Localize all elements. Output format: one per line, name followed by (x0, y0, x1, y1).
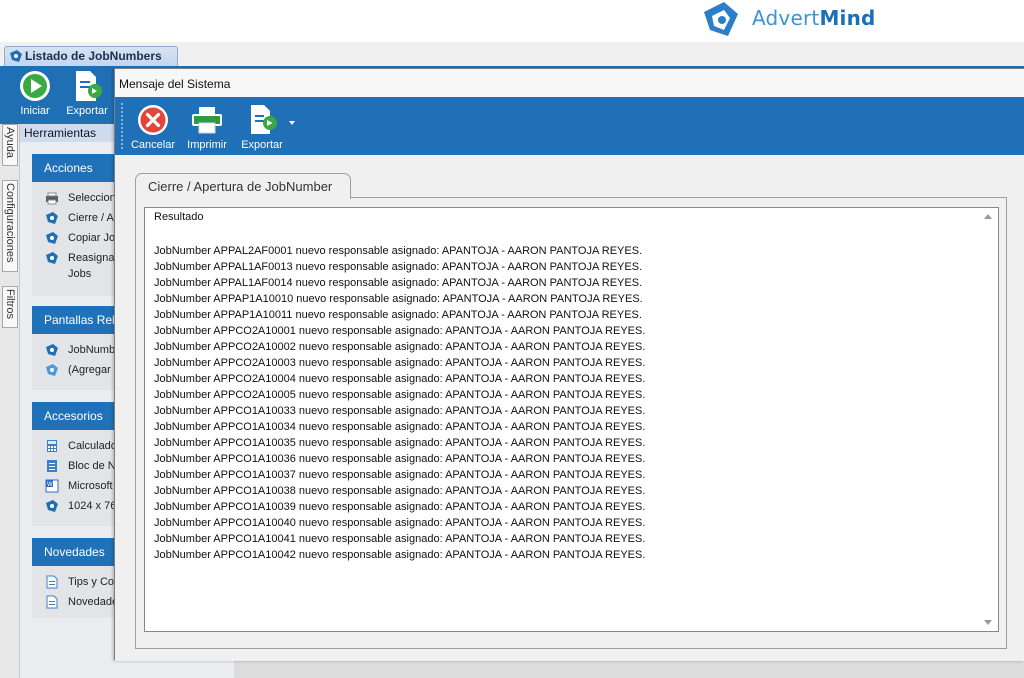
print-icon (192, 107, 222, 134)
calculator-icon (47, 440, 57, 452)
news-tips[interactable]: Tips y Co (32, 572, 122, 592)
result-label: Resultado (154, 211, 204, 223)
side-tabs: Ayuda Configuraciones Filtros (0, 124, 20, 678)
panel-title: Accesorios (32, 402, 122, 430)
result-line: JobNumber APPCO1A10034 nuevo responsable… (154, 421, 646, 433)
action-cierre[interactable]: Cierre / A (32, 208, 122, 228)
play-icon (20, 71, 50, 101)
dialog-title: Mensaje del Sistema (115, 69, 1024, 97)
status-strip (234, 660, 1024, 678)
scroll-up-arrow[interactable] (984, 214, 992, 219)
panel-acciones: Acciones Seleccion Cierre / A Copiar Jo … (32, 154, 122, 296)
export-icon (251, 105, 277, 134)
screen-jobnumber[interactable]: JobNumbe (32, 340, 122, 360)
accessory-resolucion[interactable]: 1024 x 76 (32, 496, 122, 516)
cancel-icon (138, 105, 168, 135)
action-copiar[interactable]: Copiar Jo (32, 228, 122, 248)
export-icon (76, 71, 102, 101)
result-line: JobNumber APPCO1A10041 nuevo responsable… (154, 533, 646, 545)
logo-icon (46, 364, 58, 376)
svg-text:W: W (47, 482, 53, 488)
accessory-bloc[interactable]: Bloc de N (32, 456, 122, 476)
result-line: JobNumber APPCO2A10001 nuevo responsable… (154, 325, 646, 337)
print-button[interactable]: Imprimir (183, 104, 231, 151)
document-icon (46, 595, 58, 609)
brand-header: AdvertMind (0, 0, 1024, 42)
result-line: JobNumber APPCO2A10003 nuevo responsable… (154, 357, 646, 369)
result-line: JobNumber APPAP1A10010 nuevo responsable… (154, 293, 643, 305)
result-line: JobNumber APPCO2A10002 nuevo responsable… (154, 341, 646, 353)
result-line: JobNumber APPCO1A10037 nuevo responsable… (154, 469, 646, 481)
brand-logo-icon (704, 2, 738, 36)
panel-title: Acciones (32, 154, 122, 182)
result-line: JobNumber APPAL2AF0001 nuevo responsable… (154, 245, 643, 257)
result-line: JobNumber APPCO2A10005 nuevo responsable… (154, 389, 646, 401)
action-reasignar[interactable]: Reasignar (32, 248, 122, 268)
system-message-dialog: Mensaje del Sistema Cancelar Imprimir Ex… (114, 68, 1024, 661)
panel-novedades: Novedades Tips y Co Novedade (32, 538, 122, 618)
start-button[interactable]: Iniciar (12, 69, 58, 117)
result-line: JobNumber APPAL1AF0014 nuevo responsable… (154, 277, 643, 289)
logo-icon (46, 252, 58, 264)
accessory-calculadora[interactable]: Calculado (32, 436, 122, 456)
document-icon (46, 575, 58, 589)
logo-icon (46, 344, 58, 356)
logo-icon (46, 232, 58, 244)
panel-accesorios: Accesorios Calculado Bloc de N W Microso… (32, 402, 122, 526)
export-dropdown-arrow[interactable] (289, 121, 295, 125)
tab-filtros[interactable]: Filtros (2, 286, 18, 328)
brand-name: AdvertMind (752, 6, 876, 30)
result-line: JobNumber APPCO1A10033 nuevo responsable… (154, 405, 646, 417)
result-line: JobNumber APPCO1A10039 nuevo responsable… (154, 501, 646, 513)
panel-title: Novedades (32, 538, 122, 566)
screen-agregar[interactable]: (Agregar (32, 360, 122, 380)
export-button[interactable]: Exportar (237, 104, 287, 151)
result-line: JobNumber APPCO1A10042 nuevo responsable… (154, 549, 646, 561)
tab-ayuda[interactable]: Ayuda (2, 124, 18, 166)
document-tab-strip: Listado de JobNumbers (0, 42, 1024, 66)
word-icon: W (45, 479, 59, 493)
result-line: JobNumber APPCO1A10035 nuevo responsable… (154, 437, 646, 449)
news-novedades[interactable]: Novedade (32, 592, 122, 612)
toolbar-grip (121, 103, 123, 149)
notepad-icon (47, 460, 57, 472)
tab-content: Resultado JobNumber APPAL2AF0001 nuevo r… (135, 197, 1007, 649)
logo-icon (10, 50, 22, 62)
dialog-body: Cierre / Apertura de JobNumber Resultado… (115, 155, 1024, 661)
result-line: JobNumber APPAP1A10011 nuevo responsable… (154, 309, 642, 321)
dialog-toolbar: Cancelar Imprimir Exportar (115, 97, 1024, 155)
panel-pantallas: Pantallas Relac JobNumbe (Agregar (32, 306, 122, 390)
printer-icon (46, 192, 58, 205)
result-line: JobNumber APPCO1A10036 nuevo responsable… (154, 453, 646, 465)
accessory-microsoft[interactable]: W Microsoft (32, 476, 122, 496)
tab-listado-jobnumbers[interactable]: Listado de JobNumbers (4, 46, 178, 66)
panel-title: Pantallas Relac (32, 306, 122, 334)
action-reasignar-continued[interactable]: Jobs (32, 268, 122, 288)
logo-icon (46, 212, 58, 224)
result-line: JobNumber APPAL1AF0013 nuevo responsable… (154, 261, 643, 273)
action-seleccion[interactable]: Seleccion (32, 188, 122, 208)
scroll-down-arrow[interactable] (984, 620, 992, 625)
tools-header: Herramientas (20, 124, 120, 142)
result-lines: JobNumber APPAL2AF0001 nuevo responsable… (154, 243, 645, 563)
result-line: JobNumber APPCO2A10004 nuevo responsable… (154, 373, 646, 385)
result-line: JobNumber APPCO1A10040 nuevo responsable… (154, 517, 646, 529)
result-textbox[interactable]: Resultado JobNumber APPAL2AF0001 nuevo r… (144, 207, 999, 632)
result-line: JobNumber APPCO1A10038 nuevo responsable… (154, 485, 646, 497)
export-button[interactable]: Exportar (64, 69, 110, 117)
tab-cierre-apertura[interactable]: Cierre / Apertura de JobNumber (135, 173, 351, 199)
tab-configuraciones[interactable]: Configuraciones (2, 180, 18, 272)
logo-icon (46, 500, 58, 512)
cancel-button[interactable]: Cancelar (129, 104, 177, 151)
